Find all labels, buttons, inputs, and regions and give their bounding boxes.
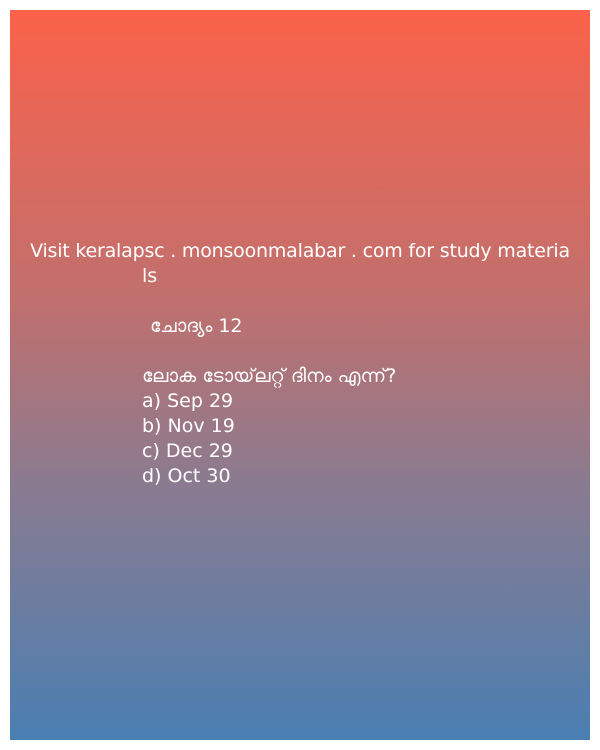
- promo-text-line-1: Visit keralapsc . monsoonmalabar . com f…: [30, 240, 570, 262]
- question-card: Visit keralapsc . monsoonmalabar . com f…: [10, 10, 590, 740]
- question-text-content: ലോക ടോയ്‌ലറ്റ് ദിനം എന്ന്?: [142, 365, 397, 387]
- answer-options: a) Sep 29 b) Nov 19 c) Dec 29 d) Oct 30: [142, 389, 235, 489]
- question-number: ചോദ്യം 12: [150, 315, 243, 337]
- question-text: ലോക ടോയ്‌ലറ്റ് ദിനം എന്ന്?: [142, 364, 396, 389]
- option-b: b) Nov 19: [142, 415, 235, 437]
- option-d: d) Oct 30: [142, 465, 231, 487]
- option-c: c) Dec 29: [142, 440, 233, 462]
- option-a: a) Sep 29: [142, 390, 234, 412]
- promo-text-line-2: ls: [142, 265, 158, 287]
